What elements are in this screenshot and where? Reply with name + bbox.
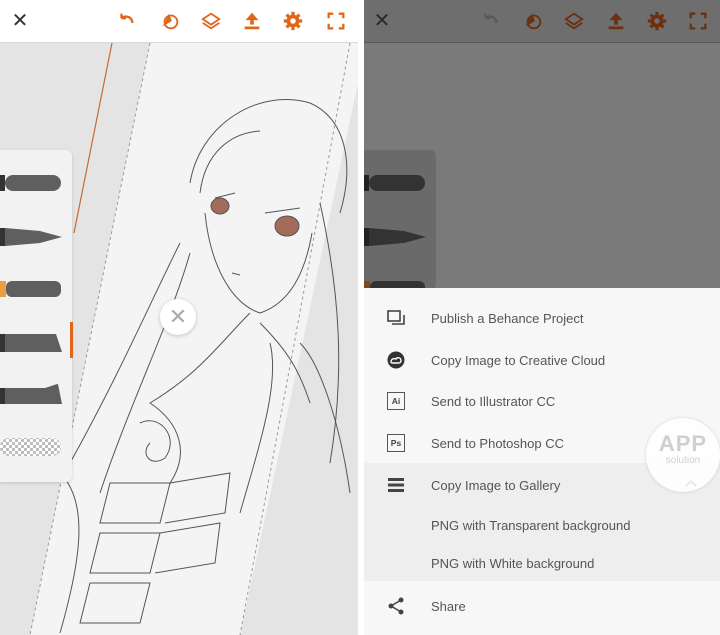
- left-screen: ✕ ✕: [0, 0, 358, 635]
- menu-item-png-transparent[interactable]: PNG with Transparent background: [364, 504, 720, 546]
- share-icon: [386, 596, 406, 616]
- undo-icon[interactable]: [115, 9, 139, 33]
- ink-brush[interactable]: [0, 384, 62, 406]
- flat-brush[interactable]: [0, 332, 62, 354]
- app-solution-watermark: APP solution: [646, 418, 720, 492]
- shape-layer-icon[interactable]: [521, 9, 545, 33]
- gallery-icon: [386, 475, 406, 495]
- brush-panel-dimmed: [364, 150, 436, 297]
- top-toolbar: ✕: [0, 0, 358, 43]
- fullscreen-icon[interactable]: [686, 9, 710, 33]
- menu-item-publish-behance[interactable]: Publish a Behance Project: [364, 297, 720, 339]
- accent-brush[interactable]: [0, 278, 62, 300]
- photoshop-icon: Ps: [386, 433, 406, 453]
- menu-item-png-white[interactable]: PNG with White background: [364, 542, 720, 584]
- round-brush: [364, 172, 426, 194]
- selected-brush-indicator: [70, 322, 73, 358]
- close-icon[interactable]: ✕: [370, 9, 394, 33]
- fullscreen-icon[interactable]: [324, 9, 348, 33]
- undo-icon[interactable]: [479, 9, 503, 33]
- settings-icon[interactable]: [281, 9, 305, 33]
- tapered-brush[interactable]: [0, 226, 62, 248]
- menu-item-send-illustrator[interactable]: Ai Send to Illustrator CC: [364, 380, 720, 422]
- export-icon[interactable]: [240, 9, 264, 33]
- menu-item-share[interactable]: Share: [364, 585, 720, 627]
- settings-icon[interactable]: [645, 9, 669, 33]
- creative-cloud-icon: [386, 350, 406, 370]
- layers-icon[interactable]: [199, 9, 223, 33]
- illustrator-icon: Ai: [386, 391, 406, 411]
- close-icon[interactable]: ✕: [8, 9, 32, 33]
- menu-item-copy-creative-cloud[interactable]: Copy Image to Creative Cloud: [364, 339, 720, 381]
- shape-layer-icon[interactable]: [158, 9, 182, 33]
- tapered-brush: [364, 226, 426, 248]
- layers-icon[interactable]: [562, 9, 586, 33]
- behance-icon: [386, 308, 406, 328]
- brush-panel: [0, 150, 73, 482]
- eraser-brush[interactable]: [0, 436, 62, 458]
- top-toolbar-dimmed: ✕: [364, 0, 720, 43]
- right-screen: ✕ Publish a Behance Project Copy Image t…: [364, 0, 720, 635]
- dismiss-button[interactable]: ✕: [160, 299, 196, 335]
- round-brush[interactable]: [0, 172, 62, 194]
- export-icon[interactable]: [604, 9, 628, 33]
